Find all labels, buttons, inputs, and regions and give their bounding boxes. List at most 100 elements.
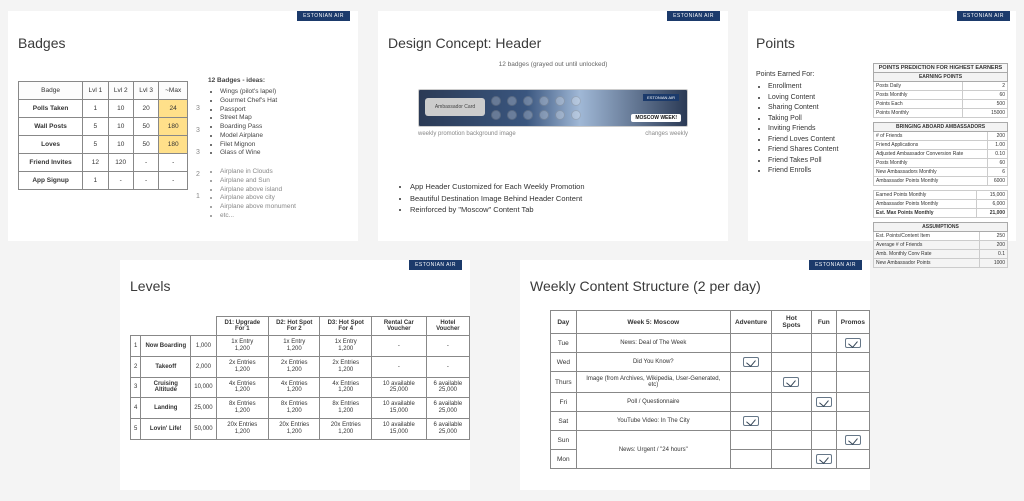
badge-placeholder-icon — [507, 110, 517, 120]
check-icon — [743, 416, 759, 426]
page-title: Badges — [18, 35, 358, 51]
list-item: Airplane above island — [220, 186, 358, 195]
brand-badge: ESTONIAN AIR — [297, 11, 350, 21]
col-header: D3: Hot Spot For 4 — [320, 317, 372, 336]
design-bullets: App Header Customized for Each Weekly Pr… — [398, 181, 585, 215]
list-item: Taking Poll — [768, 114, 866, 125]
col-header: Hotel Voucher — [426, 317, 469, 336]
side-count: 3 — [196, 127, 200, 134]
table-row: Points Monthly15000 — [874, 109, 1008, 118]
list-item: Filet Mignon — [220, 141, 358, 150]
table-row: Est. Points/Content Item250 — [874, 232, 1008, 241]
table-row: Polls Taken1102024 — [19, 100, 188, 118]
page-title: Points — [756, 35, 1016, 51]
table-row: SunNews: Urgent / "24 hours" — [551, 431, 870, 450]
badge-placeholder-icon — [571, 96, 581, 106]
badge-placeholder-icon — [571, 110, 581, 120]
check-icon — [743, 357, 759, 367]
brand-badge: ESTONIAN AIR — [409, 260, 462, 270]
note-left: weekly promotion background image — [418, 131, 516, 137]
slide-badges: ESTONIAN AIR Badges BadgeLvl 1Lvl 2Lvl 3… — [8, 11, 358, 241]
slide-levels: ESTONIAN AIR Levels D1: Upgrade For 1D2:… — [120, 260, 470, 490]
note-right: changes weekly — [645, 131, 688, 137]
section-head: EARNING POINTS — [874, 73, 1008, 82]
badge-placeholder-icon — [555, 110, 565, 120]
check-icon — [845, 435, 861, 445]
col-header — [191, 317, 216, 336]
list-item: Passport — [220, 106, 358, 115]
badge-placeholder-icon — [491, 110, 501, 120]
ambassador-card: Ambassador Card — [425, 98, 485, 116]
points-prediction: POINTS PREDICTION FOR HIGHEST EARNERS EA… — [873, 63, 1008, 268]
col-header: Fun — [811, 311, 836, 334]
table-row: New Ambassador Points1000 — [874, 259, 1008, 268]
list-item: Airplane above city — [220, 194, 358, 203]
list-item: Friend Shares Content — [768, 145, 866, 156]
col-header: Lvl 2 — [108, 82, 133, 100]
list-item: Street Map — [220, 114, 358, 123]
list-item: Sharing Content — [768, 103, 866, 114]
points-list: Points Earned For: EnrollmentLoving Cont… — [756, 71, 866, 177]
col-header: Rental Car Voucher — [372, 317, 427, 336]
col-header: ~Max — [159, 82, 188, 100]
side-count: 1 — [196, 193, 200, 200]
badges-ideas: 12 Badges - ideas: Wings (pilot's lapel)… — [208, 77, 358, 221]
slide-design: ESTONIAN AIR Design Concept: Header 12 b… — [378, 11, 728, 241]
brand-badge: ESTONIAN AIR — [957, 11, 1010, 21]
col-header: Lvl 1 — [83, 82, 108, 100]
table-row: Posts Daily2 — [874, 82, 1008, 91]
col-header: Week 5: Moscow — [576, 311, 730, 334]
page-title: Design Concept: Header — [388, 35, 728, 51]
weekly-table: DayWeek 5: MoscowAdventureHot SpotsFunPr… — [550, 310, 870, 469]
section-head: BRINGING ABOARD AMBASSADORS — [874, 123, 1008, 132]
list-item: Friend Loves Content — [768, 135, 866, 146]
col-header: Adventure — [730, 311, 771, 334]
badge-placeholder-icon — [523, 110, 533, 120]
list-item: Glass of Wine — [220, 149, 358, 158]
table-row: FriPoll / Questionnaire — [551, 393, 870, 412]
table-row: Amb. Monthly Conv Rate0.1 — [874, 250, 1008, 259]
table-row: App Signup1--- — [19, 172, 188, 190]
badge-placeholder-icon — [507, 96, 517, 106]
table-row: Adjusted Ambassador Conversion Rate0.10 — [874, 150, 1008, 159]
badge-placeholder-icon — [539, 96, 549, 106]
list-item: Enrollment — [768, 82, 866, 93]
col-header: Day — [551, 311, 577, 334]
table-row: Posts Monthly60 — [874, 159, 1008, 168]
table-row: 1Now Boarding1,0001x Entry1,2001x Entry1… — [131, 336, 470, 357]
table-row: Posts Monthly60 — [874, 91, 1008, 100]
section-head: ASSUMPTIONS — [874, 223, 1008, 232]
list-item: Reinforced by "Moscow" Content Tab — [410, 204, 585, 215]
slide-weekly: ESTONIAN AIR Weekly Content Structure (2… — [520, 260, 870, 490]
page-title: Weekly Content Structure (2 per day) — [530, 278, 870, 294]
list-item: etc... — [220, 212, 358, 221]
badge-placeholder-icon — [523, 96, 533, 106]
table-row: 3Cruising Altitude10,0004x Entries1,2004… — [131, 377, 470, 398]
col-header — [141, 317, 191, 336]
table-row: # of Friends200 — [874, 132, 1008, 141]
page-title: Levels — [130, 278, 470, 294]
col-header: Hot Spots — [772, 311, 812, 334]
table-row: Wall Posts51050180 — [19, 118, 188, 136]
header-mockup: Ambassador Card ESTONIAN AIR MOSCOW WEEK… — [418, 89, 688, 127]
badges-table: BadgeLvl 1Lvl 2Lvl 3~Max Polls Taken1102… — [18, 81, 188, 190]
moscow-week-label: MOSCOW WEEK! — [631, 114, 681, 122]
table-row: Points Each500 — [874, 100, 1008, 109]
side-count: 3 — [196, 105, 200, 112]
table-row: 5Lovin' Life!50,00020x Entries1,20020x E… — [131, 419, 470, 440]
list-item: Friend Enrolls — [768, 166, 866, 177]
table-row: Average # of Friends200 — [874, 241, 1008, 250]
table-row: Friend Invites12120-- — [19, 154, 188, 172]
col-header: Promos — [836, 311, 869, 334]
check-icon — [816, 454, 832, 464]
brand-badge: ESTONIAN AIR — [667, 11, 720, 21]
table-row: SatYouTube Video: In The City — [551, 412, 870, 431]
check-icon — [783, 377, 799, 387]
list-item: Gourmet Chef's Hat — [220, 97, 358, 106]
table-row: Earned Points Monthly15,000 — [874, 191, 1008, 200]
brand-badge: ESTONIAN AIR — [809, 260, 862, 270]
badge-placeholder-icon — [555, 96, 565, 106]
prediction-title: POINTS PREDICTION FOR HIGHEST EARNERS — [873, 63, 1008, 72]
table-row: Loves51050180 — [19, 136, 188, 154]
table-row: ThursImage (from Archives, Wikipedia, Us… — [551, 372, 870, 393]
